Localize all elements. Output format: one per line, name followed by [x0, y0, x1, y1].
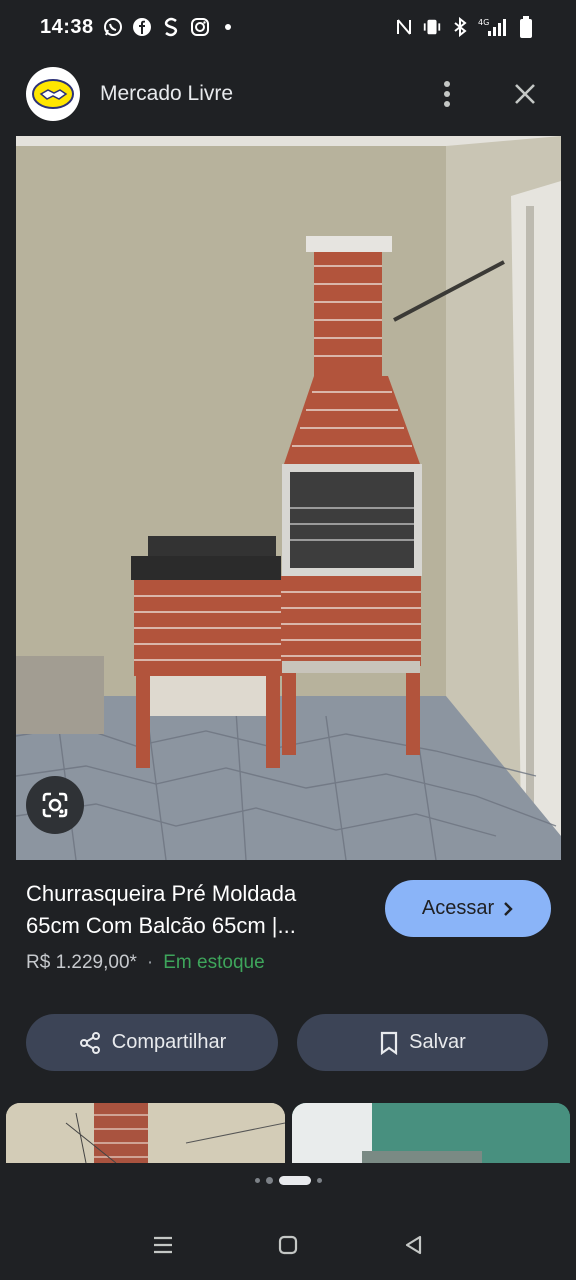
product-title-line2: 65cm Com Balcão 65cm |...	[26, 913, 296, 938]
system-nav-bar	[0, 1210, 576, 1280]
more-vert-icon[interactable]	[432, 79, 462, 109]
lens-search-button[interactable]	[26, 776, 84, 834]
product-image[interactable]	[16, 136, 561, 860]
bookmark-icon	[381, 1031, 398, 1055]
handshake-icon	[32, 79, 74, 109]
notification-dot-icon	[224, 24, 231, 30]
share-button-label: Compartilhar	[111, 1031, 227, 1053]
site-name[interactable]: Mercado Livre	[100, 82, 233, 106]
carousel-dot	[254, 1178, 260, 1183]
vibrate-icon	[422, 17, 442, 37]
battery-icon	[516, 16, 536, 38]
related-thumbnail[interactable]	[6, 1103, 285, 1163]
carousel-indicator	[0, 1176, 576, 1185]
lens-icon	[42, 792, 68, 818]
nfc-icon	[394, 17, 414, 37]
price-separator: ·	[146, 952, 154, 973]
status-time: 14:38	[40, 15, 94, 38]
s-app-icon	[161, 17, 181, 37]
home-icon[interactable]	[273, 1230, 303, 1260]
status-bar: 14:38 4G	[0, 0, 576, 54]
share-button[interactable]: Compartilhar	[26, 1014, 278, 1071]
visit-button-label: Acessar	[421, 897, 495, 919]
product-title[interactable]: Churrasqueira Pré Moldada 65cm Com Balcã…	[26, 878, 366, 942]
svg-text:4G: 4G	[478, 18, 489, 27]
result-header: Mercado Livre	[0, 56, 576, 132]
product-price: R$ 1.229,00*	[26, 952, 137, 973]
stock-status: Em estoque	[163, 952, 265, 973]
facebook-icon	[132, 17, 152, 37]
carousel-dot-active	[278, 1176, 311, 1185]
close-icon[interactable]	[510, 79, 540, 109]
product-title-line1: Churrasqueira Pré Moldada	[26, 881, 297, 906]
site-logo	[26, 67, 80, 121]
save-button-label: Salvar	[409, 1031, 466, 1053]
carousel-dot	[316, 1178, 322, 1183]
price-row: R$ 1.229,00* · Em estoque	[26, 952, 265, 974]
bluetooth-icon	[450, 17, 470, 37]
carousel-dot	[265, 1177, 273, 1184]
chevron-right-icon	[504, 901, 513, 916]
share-icon	[79, 1031, 100, 1054]
recent-apps-icon[interactable]	[148, 1230, 178, 1260]
instagram-icon	[190, 17, 210, 37]
4g-signal-icon: 4G	[478, 17, 508, 37]
whatsapp-icon	[103, 17, 123, 37]
related-thumbnail[interactable]	[292, 1103, 570, 1163]
back-icon[interactable]	[398, 1230, 428, 1260]
save-button[interactable]: Salvar	[297, 1014, 548, 1071]
visit-button[interactable]: Acessar	[385, 880, 551, 937]
